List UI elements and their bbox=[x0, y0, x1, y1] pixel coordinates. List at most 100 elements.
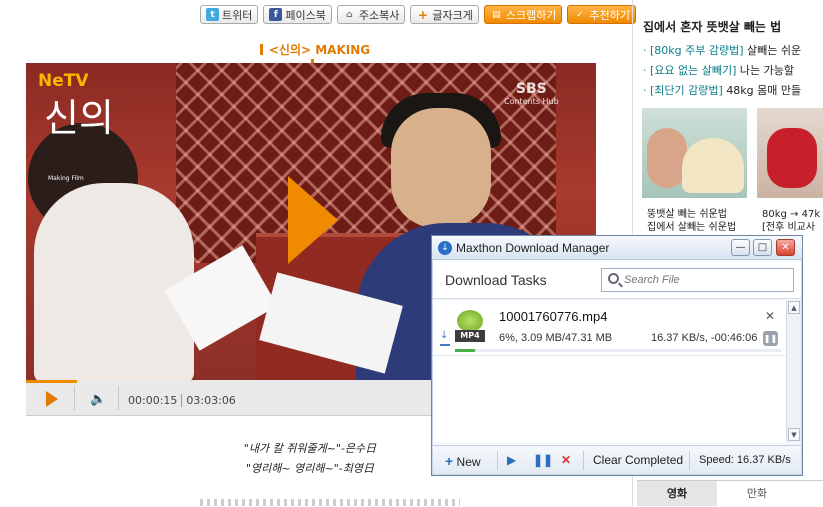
quote-line: "영리해~ 영리해~"-최영日 bbox=[246, 462, 374, 475]
divider bbox=[74, 386, 75, 410]
play-overlay-icon[interactable] bbox=[288, 176, 338, 264]
facebook-button[interactable]: f 페이스북 bbox=[263, 5, 332, 24]
file-format-label: MP4 bbox=[455, 330, 485, 342]
recommend-label: 추천하기 bbox=[589, 8, 630, 22]
time-display: 00:00:15 03:03:06 bbox=[128, 394, 236, 407]
list-item-tag: [최단기 감량법] bbox=[650, 84, 723, 97]
sidebar-title[interactable]: 집에서 혼자 뜻뱃살 빼는 법 bbox=[643, 18, 781, 35]
list-item-tag: [요요 없는 살빼기] bbox=[650, 64, 737, 77]
divider bbox=[583, 451, 584, 470]
task-progress-bar bbox=[455, 349, 781, 352]
volume-icon[interactable]: 🔈 bbox=[90, 392, 106, 407]
mp4-file-icon: MP4 bbox=[455, 310, 487, 344]
facebook-label: 페이스북 bbox=[285, 8, 326, 22]
search-box[interactable] bbox=[601, 268, 794, 292]
clear-completed-button[interactable]: Clear Completed bbox=[593, 453, 683, 467]
dialog-titlebar[interactable]: ↓ Maxthon Download Manager — □ ✕ bbox=[432, 236, 802, 260]
scrap-button[interactable]: ▤ 스크랩하기 bbox=[483, 5, 563, 24]
sidebar-tabs: 영화 만화 bbox=[637, 480, 823, 506]
check-icon: ✓ bbox=[576, 9, 584, 20]
making-film-label: Making Film bbox=[48, 175, 84, 182]
pause-icon[interactable]: ❚❚ bbox=[533, 453, 553, 467]
font-size-label: 글자크게 bbox=[432, 8, 473, 22]
scroll-down-icon[interactable]: ▼ bbox=[788, 428, 800, 441]
actor-face bbox=[391, 108, 491, 228]
total-time: 03:03:06 bbox=[181, 394, 236, 407]
remove-task-icon[interactable]: ✕ bbox=[765, 309, 775, 323]
play-icon[interactable] bbox=[46, 391, 58, 407]
current-time: 00:00:15 bbox=[128, 394, 178, 407]
list-item[interactable]: · [최단기 감량법] 48kg 몸매 만들 bbox=[643, 82, 801, 102]
thumbnail-woman[interactable] bbox=[757, 108, 823, 198]
channel-logo-text: NeTV bbox=[38, 71, 89, 91]
facebook-icon: f bbox=[269, 8, 283, 21]
download-manager-dialog: ↓ Maxthon Download Manager — □ ✕ Downloa… bbox=[431, 235, 803, 476]
thumbnail-caption[interactable]: 80kg → 47k [전후 비교사 bbox=[762, 208, 820, 234]
list-item-text: 살빼는 쉬운 bbox=[747, 44, 802, 57]
caption-line: [전후 비교사 bbox=[762, 222, 816, 233]
recommend-button[interactable]: ✓ 추천하기 bbox=[567, 5, 636, 24]
scroll-up-icon[interactable]: ▲ bbox=[788, 301, 800, 314]
close-button[interactable]: ✕ bbox=[776, 239, 795, 256]
delete-icon[interactable]: ✕ bbox=[561, 453, 571, 467]
header-title: Download Tasks bbox=[445, 272, 547, 288]
list-item[interactable]: · [80kg 주부 감량법] 살빼는 쉬운 bbox=[643, 42, 801, 62]
download-task-row[interactable]: MP4 10001760776.mp4 6%, 3.09 MB/47.31 MB… bbox=[433, 300, 786, 356]
thumbnail-caption[interactable]: 뚱뱃살 빼는 쉬운법 집에서 살빼는 쉬운법 bbox=[647, 208, 736, 234]
list-item[interactable]: · [요요 없는 살빼기] 나는 가능할 bbox=[643, 62, 801, 82]
twitter-label: 트위터 bbox=[222, 8, 253, 22]
copy-url-button[interactable]: ⌂ 주소복사 bbox=[336, 5, 406, 24]
quote-line: "내가 칼 쥐워줄게~"-은수日 bbox=[243, 442, 377, 455]
popcorn-shape bbox=[682, 138, 744, 193]
new-label: New bbox=[456, 455, 481, 469]
task-list: MP4 10001760776.mp4 6%, 3.09 MB/47.31 MB… bbox=[433, 300, 786, 442]
file-status: 6%, 3.09 MB/47.31 MB bbox=[499, 332, 613, 344]
search-input[interactable] bbox=[624, 272, 784, 288]
plus-icon: + bbox=[445, 453, 454, 469]
twitter-button[interactable]: t 트위터 bbox=[200, 5, 259, 24]
list-item-tag: [80kg 주부 감량법] bbox=[650, 44, 744, 57]
minimize-button[interactable]: — bbox=[731, 239, 750, 256]
thumbnail-popcorn[interactable] bbox=[642, 108, 747, 198]
broadcaster-logo: SBS Contents Hub bbox=[504, 81, 559, 106]
scrap-label: 스크랩하기 bbox=[505, 8, 557, 22]
person-shape bbox=[647, 128, 687, 188]
plus-icon: + bbox=[417, 7, 428, 22]
file-speed: 16.37 KB/s, -00:46:06 bbox=[651, 332, 758, 344]
caption-line: 집에서 살빼는 쉬운법 bbox=[647, 222, 737, 233]
tab-comic[interactable]: 만화 bbox=[717, 481, 797, 506]
downloading-icon bbox=[440, 330, 450, 346]
dialog-header: Download Tasks bbox=[433, 261, 801, 299]
maxthon-logo-icon: ↓ bbox=[438, 241, 452, 255]
total-speed: Speed: 16.37 KB/s bbox=[699, 454, 791, 466]
channel-logo: NeTV bbox=[38, 71, 89, 91]
caption-line: 80kg → 47k bbox=[762, 209, 821, 220]
maximize-button[interactable]: □ bbox=[753, 239, 772, 256]
list-item-text: 48kg 몸매 만들 bbox=[726, 84, 802, 97]
dialog-title: Maxthon Download Manager bbox=[456, 241, 610, 255]
share-toolbar: t 트위터 f 페이스북 ⌂ 주소복사 + 글자크게 ▤ 스크랩하기 ✓ 추천하… bbox=[200, 5, 636, 24]
tab-movie[interactable]: 영화 bbox=[637, 481, 717, 506]
home-icon: ⌂ bbox=[346, 9, 353, 20]
video-progress[interactable] bbox=[26, 380, 78, 383]
divider bbox=[118, 386, 119, 410]
dialog-footer: + New ▶ ❚❚ ✕ Clear Completed Speed: 16.3… bbox=[433, 445, 801, 474]
start-icon[interactable]: ▶ bbox=[507, 453, 516, 467]
font-size-button[interactable]: + 글자크게 bbox=[410, 5, 479, 24]
document-icon: ▤ bbox=[492, 9, 501, 20]
pause-task-button[interactable]: ❚❚ bbox=[763, 331, 778, 346]
file-name: 10001760776.mp4 bbox=[499, 309, 608, 324]
drama-title-logo: 신의 bbox=[44, 96, 114, 140]
task-progress-fill bbox=[455, 349, 475, 352]
divider bbox=[689, 451, 690, 470]
cut-off-text bbox=[200, 499, 460, 506]
person-shape bbox=[767, 128, 817, 188]
actress bbox=[34, 183, 194, 380]
copy-url-label: 주소복사 bbox=[358, 8, 400, 22]
sidebar-list: · [80kg 주부 감량법] 살빼는 쉬운 · [요요 없는 살빼기] 나는 … bbox=[643, 42, 801, 102]
search-icon bbox=[608, 273, 619, 284]
new-button[interactable]: + New bbox=[445, 453, 481, 469]
list-scrollbar[interactable]: ▲ ▼ bbox=[786, 300, 801, 442]
divider bbox=[497, 451, 498, 470]
broadcaster-sub: Contents Hub bbox=[504, 97, 559, 106]
